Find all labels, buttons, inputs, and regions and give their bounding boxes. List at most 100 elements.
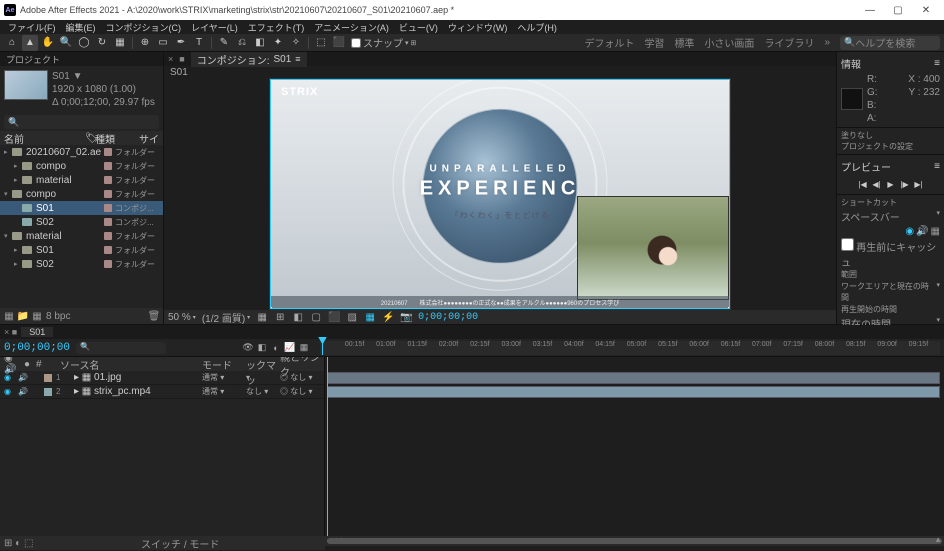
home-icon[interactable]: ⌂: [4, 35, 20, 51]
include-overlay-icon[interactable]: ▦: [931, 226, 940, 237]
menu-item[interactable]: ウィンドウ(W): [444, 21, 512, 34]
menu-item[interactable]: 編集(E): [62, 21, 100, 34]
col-name[interactable]: 名前: [4, 131, 85, 146]
transparency-icon[interactable]: ▨: [346, 311, 358, 323]
layer-bar[interactable]: [327, 372, 940, 384]
timeline-zoom-slider[interactable]: ▬ ▲ ▲: [325, 536, 944, 546]
comp-tab[interactable]: コンポジション: S01≡: [191, 52, 307, 67]
region-icon[interactable]: ▢: [310, 311, 322, 323]
resolution-dropdown[interactable]: (1/2 画質)▾: [202, 310, 250, 325]
guides-icon[interactable]: ⊞: [274, 311, 286, 323]
zoom-tool-icon[interactable]: 🔍: [58, 35, 74, 51]
next-frame-icon[interactable]: |▶: [899, 178, 911, 190]
project-tree[interactable]: ▸20210607_02.aepフォルダー▸compoフォルダー▸materia…: [0, 145, 163, 308]
tree-row[interactable]: S02コンポジ...: [0, 215, 163, 229]
workspace-default[interactable]: デフォルト: [584, 35, 634, 50]
first-frame-icon[interactable]: |◀: [857, 178, 869, 190]
workspace-standard[interactable]: 標準: [674, 35, 694, 50]
comp-breadcrumb[interactable]: S01: [170, 67, 188, 78]
last-frame-icon[interactable]: ▶|: [913, 178, 925, 190]
cache-before-checkbox[interactable]: [841, 238, 854, 251]
spacebar-label[interactable]: スペースバー: [841, 209, 900, 224]
play-icon[interactable]: ▶: [885, 178, 897, 190]
brush-tool-icon[interactable]: ✎: [216, 35, 232, 51]
zoom-dropdown[interactable]: 50 %▾: [168, 312, 196, 323]
trash-icon[interactable]: 🗑: [149, 311, 159, 321]
timeline-tracks[interactable]: [325, 357, 944, 536]
include-loop-icon[interactable]: ◉: [905, 226, 914, 237]
new-folder-icon[interactable]: 📁: [18, 311, 28, 321]
orbit-tool-icon[interactable]: ◯: [76, 35, 92, 51]
toggle-switches-icon[interactable]: ⊞ ◐ ⬚: [4, 538, 33, 549]
switches-mode-toggle[interactable]: スイッチ / モード: [39, 536, 321, 551]
tree-row[interactable]: ▸compoフォルダー: [0, 159, 163, 173]
snap-checkbox[interactable]: [351, 38, 361, 48]
viewer-time[interactable]: 0;00;00;00: [418, 312, 478, 323]
grid-icon[interactable]: ▦: [256, 311, 268, 323]
project-tab[interactable]: プロジェクト: [0, 52, 163, 66]
threed-icon[interactable]: ▦: [364, 311, 376, 323]
new-comp-icon[interactable]: ▦: [32, 311, 42, 321]
help-search-input[interactable]: 🔍 ヘルプを検索: [840, 36, 940, 50]
close-button[interactable]: ✕: [912, 1, 940, 19]
rect-tool-icon[interactable]: ▭: [155, 35, 171, 51]
mask-icon[interactable]: ◧: [292, 311, 304, 323]
panel-menu-icon[interactable]: ≡: [934, 58, 940, 69]
info-tab[interactable]: 情報: [841, 56, 861, 71]
layer-row[interactable]: ◉🔊2▸ ▦ strix_pc.mp4通常 ▾なし ▾◎ なし ▾: [0, 385, 324, 399]
menu-item[interactable]: エフェクト(T): [244, 21, 309, 34]
graph-icon[interactable]: 📈: [284, 342, 296, 354]
tree-row[interactable]: ▸S02フォルダー: [0, 257, 163, 271]
maximize-button[interactable]: ▢: [884, 1, 912, 19]
timeline-search-input[interactable]: 🔍: [76, 342, 166, 354]
minimize-button[interactable]: —: [856, 1, 884, 19]
pen-tool-icon[interactable]: ✒: [173, 35, 189, 51]
tree-row[interactable]: S01コンポジ...: [0, 201, 163, 215]
anchor-tool-icon[interactable]: ⊕: [137, 35, 153, 51]
workspace-small[interactable]: 小さい画面: [704, 35, 754, 50]
menu-item[interactable]: レイヤー(L): [187, 21, 242, 34]
col-size[interactable]: サイ: [139, 131, 159, 146]
snap-dropdown-icon[interactable]: ▾ ⊞: [405, 39, 416, 47]
prev-frame-icon[interactable]: ◀|: [871, 178, 883, 190]
info-project-settings[interactable]: プロジェクトの設定: [841, 141, 940, 152]
menu-item[interactable]: ビュー(V): [395, 21, 442, 34]
timeline-tab[interactable]: S01: [21, 327, 53, 337]
menu-item[interactable]: アニメーション(A): [310, 21, 393, 34]
channel-icon[interactable]: ⬛: [328, 311, 340, 323]
workspace-learn[interactable]: 学習: [644, 35, 664, 50]
local-axis-icon[interactable]: ⬚: [313, 35, 329, 51]
layer-bar[interactable]: [327, 386, 940, 398]
frameblend-icon[interactable]: ◧: [256, 342, 268, 354]
time-ruler[interactable]: 00:15f01:00f01:15f02:00f02:15f03:00f03:1…: [320, 341, 940, 355]
shy-icon[interactable]: 👁: [242, 342, 254, 354]
rotate-tool-icon[interactable]: ↻: [94, 35, 110, 51]
selection-handle[interactable]: [728, 307, 730, 309]
workspace-library[interactable]: ライブラリ: [764, 35, 814, 50]
menu-item[interactable]: ヘルプ(H): [513, 21, 561, 34]
puppet-tool-icon[interactable]: ✧: [288, 35, 304, 51]
draft3d-icon[interactable]: ▦: [298, 342, 310, 354]
menu-item[interactable]: コンポジション(C): [102, 21, 186, 34]
roto-tool-icon[interactable]: ✦: [270, 35, 286, 51]
col-type[interactable]: 種類: [95, 131, 139, 146]
selection-handle[interactable]: [728, 79, 730, 81]
tree-row[interactable]: ▸S01フォルダー: [0, 243, 163, 257]
project-search-input[interactable]: 🔍: [4, 115, 159, 129]
tree-row[interactable]: ▸materialフォルダー: [0, 173, 163, 187]
tree-row[interactable]: ▾materialフォルダー: [0, 229, 163, 243]
selection-handle[interactable]: [270, 307, 272, 309]
comp-viewer[interactable]: STRIX UNPARALLELED EXPERIENC 「わくわく」をとどける…: [164, 78, 836, 310]
text-tool-icon[interactable]: T: [191, 35, 207, 51]
camera-tool-icon[interactable]: ▦: [112, 35, 128, 51]
col-source[interactable]: ソース名: [60, 357, 198, 372]
zoom-handle[interactable]: [327, 538, 942, 544]
col-track-matte[interactable]: T トラックマッ: [246, 357, 276, 387]
eraser-tool-icon[interactable]: ◧: [252, 35, 268, 51]
selection-handle[interactable]: [270, 79, 272, 81]
motionblur-icon[interactable]: ◐: [270, 342, 282, 354]
panel-menu-icon[interactable]: ≡: [934, 161, 940, 172]
preview-tab[interactable]: プレビュー: [841, 159, 891, 174]
tree-row[interactable]: ▾compoフォルダー: [0, 187, 163, 201]
selection-tool-icon[interactable]: ▲: [22, 35, 38, 51]
